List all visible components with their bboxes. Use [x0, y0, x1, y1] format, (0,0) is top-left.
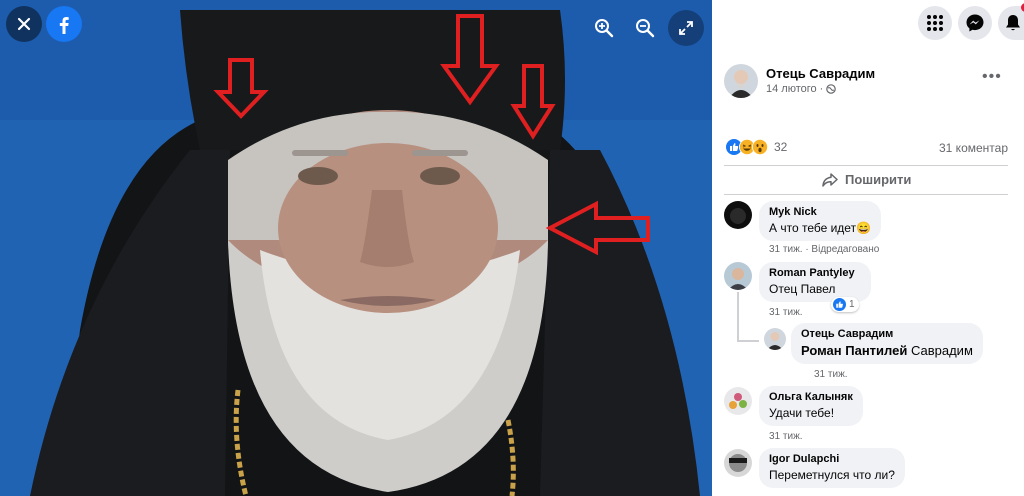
post-options-button[interactable]: ••• [982, 68, 1002, 86]
comment-author[interactable]: Myk Nick [769, 206, 871, 218]
fullscreen-icon [679, 21, 693, 35]
comment-avatar[interactable] [724, 201, 752, 229]
globe-icon [826, 84, 837, 94]
comment-meta: 31 тиж. [769, 431, 803, 442]
comment-like-badge[interactable]: 1 [831, 297, 859, 312]
grid-menu-icon [927, 15, 943, 31]
comment-text: А что тебе идет😄 [769, 221, 872, 235]
facebook-logo-icon [59, 17, 69, 34]
comment-author[interactable]: Ольга Калыняк [769, 391, 853, 403]
close-icon [17, 17, 31, 31]
zoom-in-icon [595, 19, 614, 38]
comment-meta: 31 тиж. [769, 307, 803, 318]
bell-icon [1006, 15, 1020, 31]
post-side-panel: Отець Саврадим 14 лютого · ••• 32 31 ком… [712, 0, 1024, 496]
notifications-button[interactable] [998, 3, 1024, 40]
reactions-count: 32 [774, 140, 788, 154]
reply-meta: 31 тиж. [814, 369, 848, 380]
date-separator: · [819, 83, 824, 95]
author-avatar[interactable] [724, 64, 758, 98]
share-label: Поширити [845, 172, 912, 187]
comment-author[interactable]: Roman Pantyley [769, 267, 855, 279]
reply-avatar[interactable] [764, 328, 786, 350]
divider-top [724, 165, 1008, 166]
facebook-logo[interactable] [46, 6, 82, 42]
comment-avatar[interactable] [724, 262, 752, 290]
comment-avatar[interactable] [724, 387, 752, 415]
comment-bubble: Ольга Калыняк Удачи тебе! [759, 386, 863, 426]
menu-button[interactable] [918, 6, 952, 40]
comment-text: Отец Павел [769, 282, 836, 296]
reply-bubble: Отець Саврадим Роман Пантилей Саврадим [791, 323, 983, 364]
comment-time[interactable]: 31 тиж. [769, 244, 803, 255]
post-date-text[interactable]: 14 лютого [766, 83, 817, 95]
reply-text: Саврадим [907, 343, 973, 358]
reply-thread-curve [737, 340, 759, 342]
post-author[interactable]: Отець Саврадим [766, 66, 875, 81]
comment-bubble: Roman Pantyley Отец Павел [759, 262, 871, 302]
zoom-out-icon [636, 19, 655, 38]
reply-time[interactable]: 31 тиж. [814, 369, 848, 380]
comment-text: Удачи тебе! [769, 406, 835, 420]
share-button[interactable]: Поширити [822, 172, 911, 187]
messenger-icon [966, 14, 984, 32]
like-reaction-icon [833, 298, 846, 311]
comment-bubble: Myk Nick А что тебе идет😄 [759, 201, 882, 241]
share-icon [822, 172, 838, 187]
photo-viewer [0, 0, 712, 496]
post-photo [0, 0, 712, 496]
wow-reaction-icon [752, 139, 768, 155]
post-date: 14 лютого · [766, 83, 837, 95]
reply-author[interactable]: Отець Саврадим [801, 328, 973, 340]
zoom-out-button[interactable] [627, 10, 663, 46]
comment-meta: 31 тиж. · Відредаговано [769, 244, 879, 255]
comment-time[interactable]: 31 тиж. [769, 431, 803, 442]
messenger-button[interactable] [958, 6, 992, 40]
reactions-summary[interactable]: 32 [726, 139, 787, 155]
reply-mention[interactable]: Роман Пантилей [801, 343, 907, 358]
comment-time[interactable]: 31 тиж. [769, 307, 803, 318]
comment-author[interactable]: Igor Dulapchi [769, 453, 895, 465]
divider-bottom [724, 194, 1008, 195]
zoom-in-button[interactable] [586, 10, 622, 46]
comment-edited: · Відредаговано [805, 244, 880, 255]
comment-like-count: 1 [849, 299, 855, 310]
fullscreen-button[interactable] [668, 10, 704, 46]
reply-text-line: Роман Пантилей Саврадим [801, 343, 973, 358]
comment-avatar[interactable] [724, 449, 752, 477]
comment-text: Переметнулся что ли? [769, 468, 895, 482]
comment-bubble: Igor Dulapchi Переметнулся что ли? [759, 448, 905, 488]
comments-count[interactable]: 31 коментар [939, 141, 1008, 155]
close-button[interactable] [6, 6, 42, 42]
reply-thread-line [737, 292, 739, 342]
